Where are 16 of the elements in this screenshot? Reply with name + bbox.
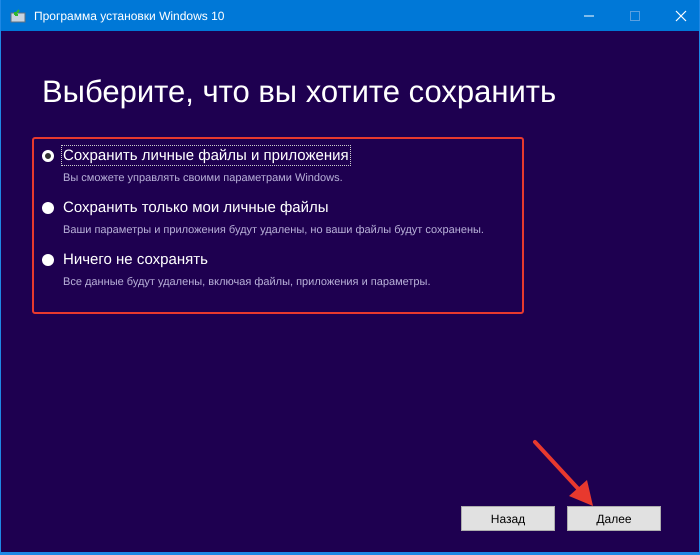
radio-button[interactable]: [42, 202, 54, 214]
option-description: Ваши параметры и приложения будут удалены, но ваши файлы будут сохранены.: [63, 223, 485, 237]
close-icon[interactable]: [675, 10, 687, 22]
window-title: Программа установки Windows 10: [34, 8, 224, 22]
option-description: Вы сможете управлять своими параметрами Windows.: [63, 171, 344, 185]
radio-button[interactable]: [42, 150, 54, 162]
option-description: Все данные будут удалены, включая файлы, приложения и параметры.: [63, 275, 432, 289]
installer-icon: [10, 8, 26, 22]
arrow-drawing: [533, 440, 593, 506]
option-label[interactable]: Ничего не сохранять: [61, 249, 210, 270]
wizard-button[interactable]: Далее: [567, 506, 661, 531]
option-label[interactable]: Сохранить только мои личные файлы: [61, 197, 331, 218]
option-label[interactable]: Сохранить личные файлы и приложения: [61, 145, 351, 166]
radio-button[interactable]: [42, 254, 54, 266]
wizard-button[interactable]: Назад: [461, 506, 555, 531]
page-heading: Выберите, что вы хотите сохранить: [42, 74, 558, 110]
